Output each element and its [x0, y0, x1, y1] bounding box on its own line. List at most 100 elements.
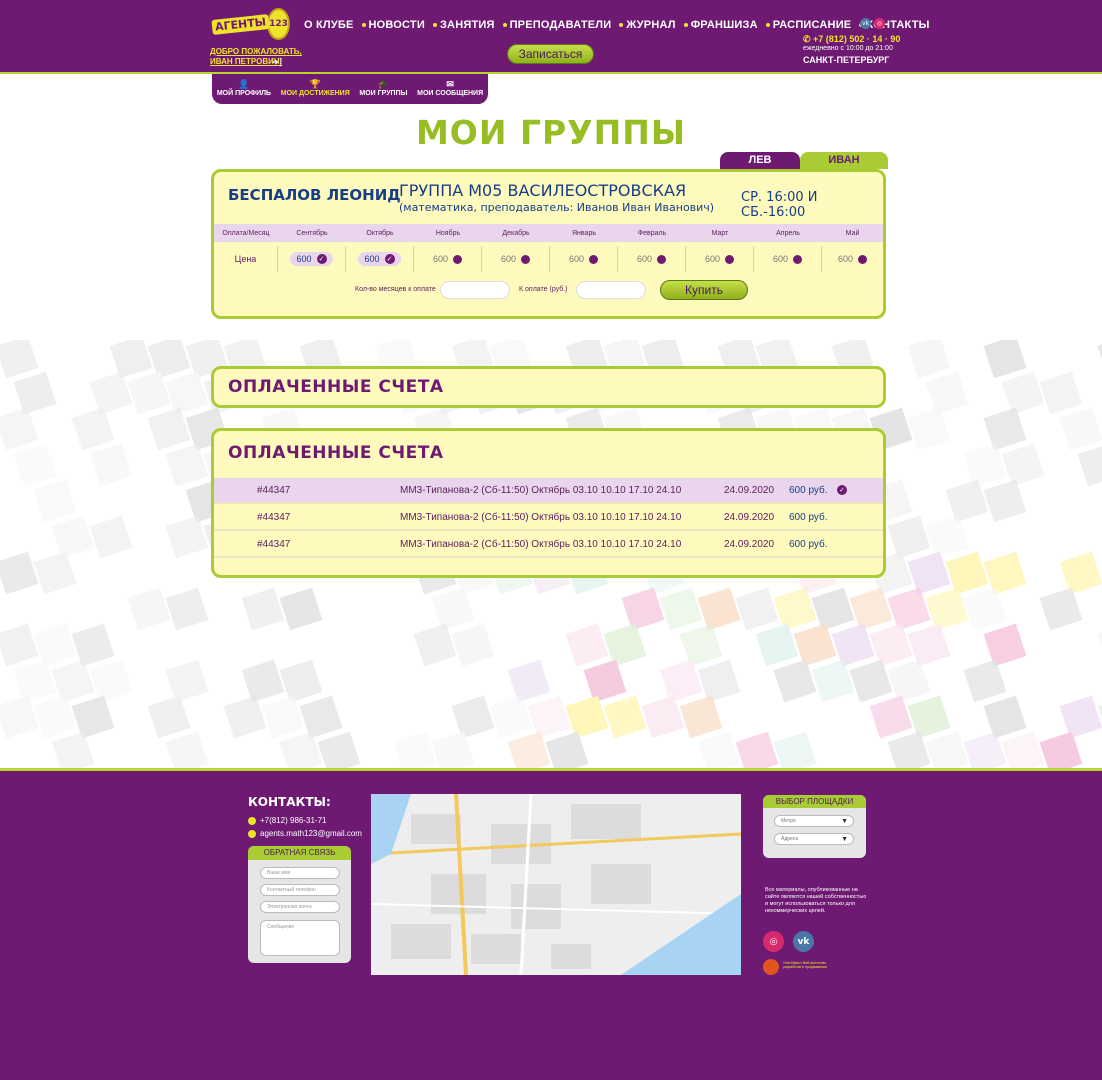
instagram-icon[interactable]: ◎ — [874, 18, 885, 29]
metro-select[interactable]: Метро ▼ — [774, 815, 854, 827]
fb-email-field[interactable]: Электронная почта — [260, 901, 340, 913]
mosaic-tile — [831, 623, 875, 667]
mosaic-tile — [773, 731, 817, 770]
invoice-date: 24.09.2020 — [724, 484, 775, 496]
header-phone[interactable]: ✆ +7 (812) 502 · 14 · 90 — [803, 34, 900, 45]
unpaid-price[interactable]: 600 — [773, 254, 803, 264]
mosaic-tile — [565, 695, 609, 739]
subnav-item-1[interactable]: 🏆 МОИ ДОСТИЖЕНИЯ — [281, 79, 350, 97]
nav-item-4[interactable]: ЖУРНАЛ — [615, 19, 679, 31]
to-pay-input[interactable] — [576, 281, 646, 299]
month-header-cell: Оплата/Месяц — [222, 229, 270, 237]
mosaic-tile — [869, 623, 913, 667]
months-count-input[interactable] — [440, 281, 510, 299]
vk-icon[interactable]: vk — [793, 931, 814, 952]
location-map[interactable] — [371, 794, 741, 975]
mosaic-tile — [907, 623, 951, 667]
buy-button[interactable]: Купить — [660, 280, 748, 300]
footer-phone[interactable]: +7(812) 986-31-71 — [248, 816, 327, 825]
site-footer: КОНТАКТЫ: +7(812) 986-31-71 agents.math1… — [0, 768, 1102, 1080]
fb-name-field[interactable]: Ваше имя — [260, 867, 340, 879]
invoice-number: #44347 — [257, 484, 291, 496]
mosaic-tile — [1097, 623, 1102, 667]
nav-item-1[interactable]: НОВОСТИ — [358, 19, 429, 31]
mosaic-tile — [279, 731, 323, 770]
instagram-icon[interactable]: ◎ — [763, 931, 784, 952]
tab-lev[interactable]: ЛЕВ — [720, 152, 800, 169]
fb-message-field[interactable]: Сообщение — [260, 920, 340, 956]
price-value: 600 — [636, 254, 653, 264]
unpaid-price[interactable]: 600 — [837, 254, 868, 264]
select-month-icon[interactable] — [657, 254, 667, 264]
nav-item-5[interactable]: ФРАНШИЗА — [680, 19, 762, 31]
subnav-item-label: МОЙ ПРОФИЛЬ — [216, 90, 272, 97]
vk-icon[interactable]: vk — [860, 18, 871, 29]
nav-item-label: ФРАНШИЗА — [690, 19, 758, 31]
nav-item-3[interactable]: ПРЕПОДАВАТЕЛИ — [499, 19, 616, 31]
invoice-number: #44347 — [257, 538, 291, 550]
month-header-cell: Апрель — [776, 229, 800, 237]
mosaic-tile — [983, 695, 1027, 739]
mosaic-tile — [279, 659, 323, 703]
logout-icon[interactable]: ➜] — [271, 58, 282, 68]
city-label[interactable]: САНКТ-ПЕТЕРБУРГ — [803, 55, 889, 65]
nav-item-6[interactable]: РАСПИСАНИЕ — [762, 19, 856, 31]
check-icon: ✓ — [316, 254, 327, 264]
mosaic-tile — [13, 371, 57, 415]
select-month-icon[interactable] — [858, 254, 868, 264]
unpaid-price[interactable]: 600 — [569, 254, 599, 264]
price-label: Цена — [214, 246, 278, 272]
mosaic-tile — [33, 551, 77, 595]
nav-item-0[interactable]: О КЛУБЕ — [300, 19, 358, 31]
mosaic-tile — [165, 731, 209, 770]
mosaic-tile — [261, 695, 305, 739]
mosaic-tile — [983, 479, 1027, 523]
month-header-cell: Февраль — [637, 229, 667, 237]
mosaic-tile — [165, 587, 209, 631]
invoice-row[interactable]: #44347 ММ3-Типанова-2 (Сб-11:50) Октябрь … — [214, 478, 883, 504]
fb-phone-field[interactable]: Контактный телефон — [260, 884, 340, 896]
footer-email[interactable]: agents.math123@gmail.com — [248, 829, 362, 838]
address-select[interactable]: Адреса ▼ — [774, 833, 854, 845]
signup-button[interactable]: Записаться — [507, 44, 594, 64]
mosaic-tile — [127, 587, 171, 631]
mosaic-tile — [907, 695, 951, 739]
contacts-title: КОНТАКТЫ: — [248, 795, 331, 809]
invoice-amount: 600 руб. — [789, 538, 828, 550]
unpaid-price[interactable]: 600 — [705, 254, 735, 264]
logo[interactable]: АГЕНТЫ 123 — [211, 8, 290, 40]
mosaic-tile — [241, 587, 285, 631]
student-name: БЕСПАЛОВ ЛЕОНИД — [228, 186, 401, 204]
subnav-item-label: МОИ ГРУППЫ — [359, 90, 408, 97]
subnav-item-3[interactable]: ✉ МОИ СООБЩЕНИЯ — [417, 79, 483, 97]
select-month-icon[interactable] — [453, 254, 463, 264]
unpaid-price[interactable]: 600 — [501, 254, 531, 264]
subnav-item-2[interactable]: 🎓 МОИ ГРУППЫ — [359, 79, 407, 97]
nav-item-2[interactable]: ЗАНЯТИЯ — [429, 19, 499, 31]
unpaid-price[interactable]: 600 — [433, 254, 463, 264]
invoice-row[interactable]: #44347 ММ3-Типанова-2 (Сб-11:50) Октябрь … — [214, 532, 883, 558]
welcome-line-2: ИВАН ПЕТРОВИЧ! — [210, 57, 283, 66]
mosaic-tile — [1059, 695, 1102, 739]
mosaic-tile — [1001, 443, 1045, 487]
mosaic-tile — [983, 340, 1027, 379]
select-month-icon[interactable] — [793, 254, 803, 264]
subnav-item-0[interactable]: 👤 МОЙ ПРОФИЛЬ — [217, 79, 271, 97]
select-month-icon[interactable] — [521, 254, 531, 264]
price-value: 600 — [837, 254, 854, 264]
select-month-icon[interactable] — [589, 254, 599, 264]
paid-invoices-title-expanded[interactable]: ОПЛАЧЕННЫЕ СЧЕТА — [228, 443, 444, 463]
tab-ivan[interactable]: ИВАН — [800, 152, 888, 169]
mosaic-tile — [735, 587, 779, 631]
mosaic-tile — [0, 407, 39, 451]
unpaid-price[interactable]: 600 — [636, 254, 667, 264]
nav-bullet — [361, 23, 366, 27]
select-month-icon[interactable] — [725, 254, 735, 264]
mosaic-tile — [165, 371, 209, 415]
developer-logo[interactable] — [763, 959, 779, 975]
price-cell: 600 — [686, 246, 754, 272]
invoice-row[interactable]: #44347 ММ3-Типанова-2 (Сб-11:50) Октябрь … — [214, 505, 883, 531]
price-value: 600 — [296, 254, 312, 264]
paid-invoices-collapsed[interactable]: ОПЛАЧЕННЫЕ СЧЕТА — [211, 366, 886, 408]
month-header-cell: Март — [711, 229, 729, 237]
